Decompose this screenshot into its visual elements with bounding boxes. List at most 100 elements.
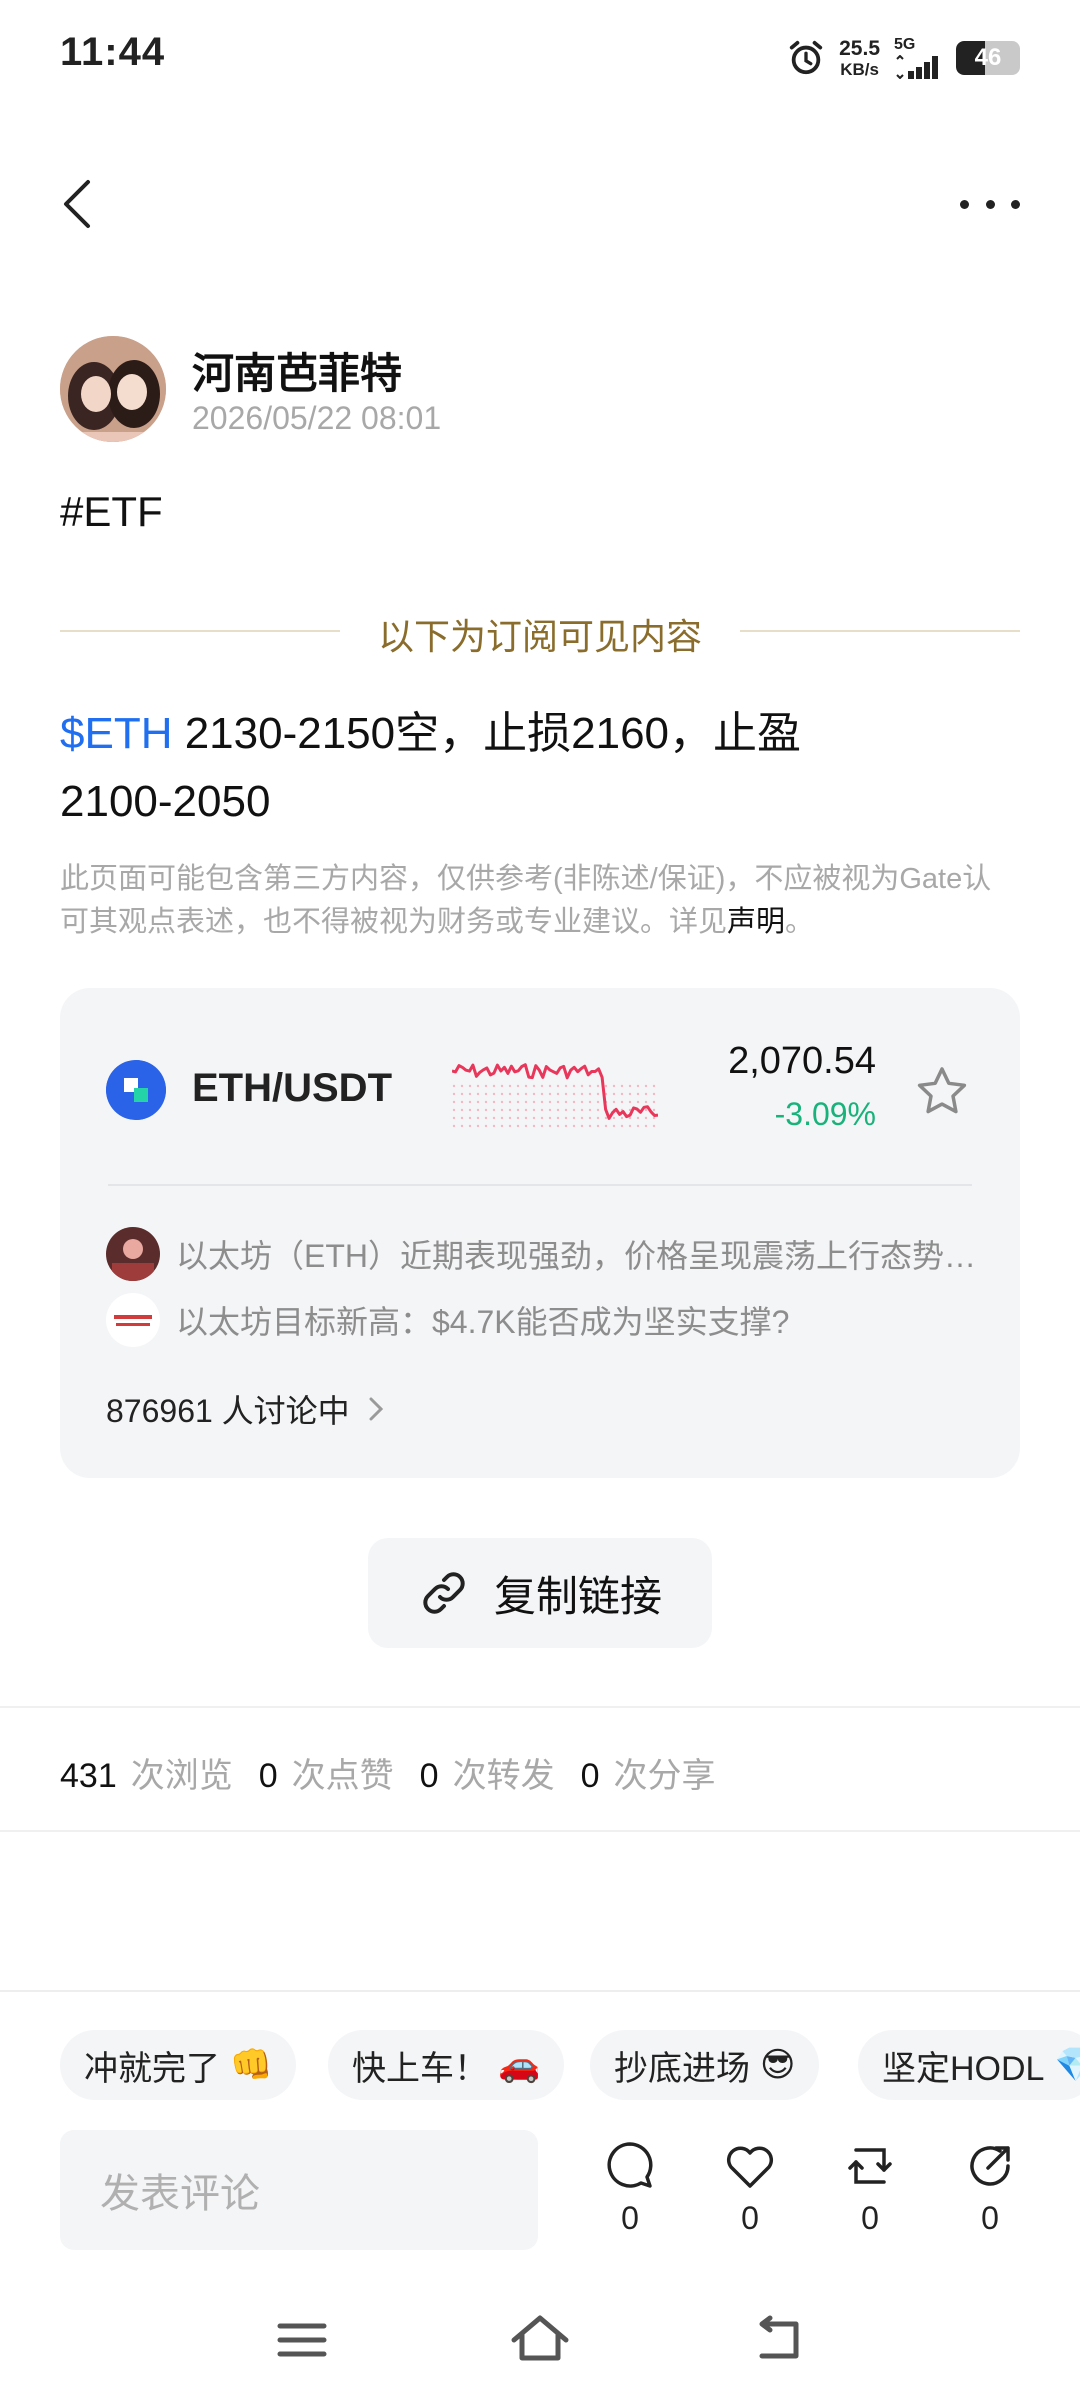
disclaimer-text: 此页面可能包含第三方内容，仅供参考(非陈述/保证)，不应被视为Gate认可其观点… (60, 863, 992, 938)
signal-icon (896, 55, 938, 79)
sparkline-dot (452, 1124, 456, 1128)
sparkline-dot (572, 1092, 576, 1096)
sparkline-dot (524, 1100, 528, 1104)
sparkline-dot (596, 1124, 600, 1128)
sparkline-dot (580, 1092, 584, 1096)
sparkline-dot (652, 1116, 656, 1120)
sparkline-dot (492, 1100, 496, 1104)
sparkline-dot (452, 1100, 456, 1104)
quick-reaction-chip[interactable]: 快上车！ 🚗 (328, 2030, 565, 2100)
sparkline-dot (524, 1084, 528, 1088)
sparkline-dot (532, 1100, 536, 1104)
repost-button[interactable]: 0 (830, 2138, 910, 2237)
link-icon (423, 1572, 465, 1614)
sparkline-dot (612, 1116, 616, 1120)
menu-icon[interactable] (270, 2310, 334, 2370)
sparkline-dot (620, 1100, 624, 1104)
stats-divider-top (0, 1706, 1080, 1708)
sparkline-dot (556, 1116, 560, 1120)
sparkline-dot (452, 1116, 456, 1120)
more-icon[interactable] (960, 182, 1020, 226)
sparkline-dot (540, 1116, 544, 1120)
news-item[interactable]: 以太坊（ETH）近期表现强劲，价格呈现震荡上行态势，市场情绪明显回暖 (106, 1226, 986, 1282)
sparkline-dot (532, 1124, 536, 1128)
sparkline-dot (484, 1084, 488, 1088)
star-icon[interactable] (914, 1064, 970, 1120)
quick-reaction-chip[interactable]: 坚定HODL 💎 (858, 2030, 1080, 2100)
ticker-link[interactable]: $ETH (60, 709, 172, 758)
signal-group: 5G (894, 37, 942, 79)
sparkline-dot (516, 1100, 520, 1104)
sparkline-dot (460, 1100, 464, 1104)
disclaimer-link[interactable]: 声明 (727, 906, 785, 938)
card-divider (108, 1184, 972, 1186)
sparkline-dot (628, 1084, 632, 1088)
sparkline-dot (468, 1108, 472, 1112)
quick-reaction-chip[interactable]: 抄底进场 😎 (590, 2030, 820, 2100)
chip-label: 抄底进场 (614, 2049, 750, 2088)
sparkline-dot (612, 1124, 616, 1128)
discussion-link[interactable]: 876961 人讨论中 (106, 1386, 386, 1432)
sparkline-dot (548, 1084, 552, 1088)
sparkline-dot (492, 1124, 496, 1128)
sparkline-dot (524, 1116, 528, 1120)
comment-button[interactable]: 0 (590, 2138, 670, 2237)
sparkline-dot (636, 1092, 640, 1096)
sparkline-dot (580, 1100, 584, 1104)
net-speed-unit: KB/s (840, 60, 879, 79)
disclaimer-end: 。 (785, 906, 815, 938)
like-button[interactable]: 0 (710, 2138, 790, 2237)
sparkline-dot (476, 1108, 480, 1112)
author-avatar[interactable] (60, 336, 166, 442)
share-button[interactable]: 0 (950, 2138, 1030, 2237)
sparkline-dot (524, 1124, 528, 1128)
copy-link-button[interactable]: 复制链接 (368, 1538, 712, 1648)
sparkline-dot (564, 1124, 568, 1128)
sparkline-dot (644, 1084, 648, 1088)
sparkline-dot (588, 1124, 592, 1128)
sparkline-dot (588, 1116, 592, 1120)
sparkline-dot (628, 1124, 632, 1128)
sparkline-dot (556, 1124, 560, 1128)
quick-reaction-chip[interactable]: 冲就完了 👊 (60, 2030, 297, 2100)
sparkline-dot (556, 1092, 560, 1096)
sparkline-dot (468, 1100, 472, 1104)
sparkline-dot (636, 1116, 640, 1120)
sparkline-dot (540, 1108, 544, 1112)
sparkline-dot (492, 1084, 496, 1088)
sparkline-dot (588, 1108, 592, 1112)
sparkline-dot (548, 1100, 552, 1104)
net-speed: 25.5 KB/s (839, 38, 880, 78)
hashtag-link[interactable]: #ETF (60, 488, 163, 536)
sparkline-dot (508, 1108, 512, 1112)
home-icon[interactable] (508, 2310, 572, 2370)
price-value: 2,070.54 (728, 1040, 876, 1082)
post-body-line2: 2100-2050 (60, 777, 271, 826)
repost-icon (848, 2148, 892, 2184)
pair-name[interactable]: ETH/USDT (192, 1066, 392, 1111)
comment-icon (607, 2142, 653, 2188)
news-avatar (106, 1227, 160, 1281)
disclaimer: 此页面可能包含第三方内容，仅供参考(非陈述/保证)，不应被视为Gate认可其观点… (60, 858, 1020, 944)
sparkline-dot (612, 1084, 616, 1088)
sparkline-dot (460, 1124, 464, 1128)
sparkline-dot (540, 1100, 544, 1104)
comment-input[interactable]: 发表评论 (60, 2130, 538, 2250)
network-type: 5G (894, 36, 916, 53)
back-nav-icon[interactable] (748, 2310, 812, 2370)
sparkline-dot (604, 1124, 608, 1128)
chip-label: 坚定HODL (882, 2049, 1045, 2088)
author-name[interactable]: 河南芭菲特 (192, 340, 402, 401)
sparkline-dot (652, 1108, 656, 1112)
sparkline-dot (628, 1092, 632, 1096)
eth-coin-icon (106, 1060, 166, 1120)
comment-count: 0 (621, 2200, 639, 2236)
sparkline-dot (492, 1116, 496, 1120)
sparkline-dot (564, 1084, 568, 1088)
sparkline-dot (460, 1116, 464, 1120)
sparkline-dot (500, 1124, 504, 1128)
sparkline-dot (652, 1124, 656, 1128)
news-item[interactable]: 以太坊目标新高：$4.7K能否成为坚实支撑? (106, 1292, 986, 1348)
sparkline-dot (500, 1084, 504, 1088)
back-icon[interactable] (58, 176, 98, 232)
